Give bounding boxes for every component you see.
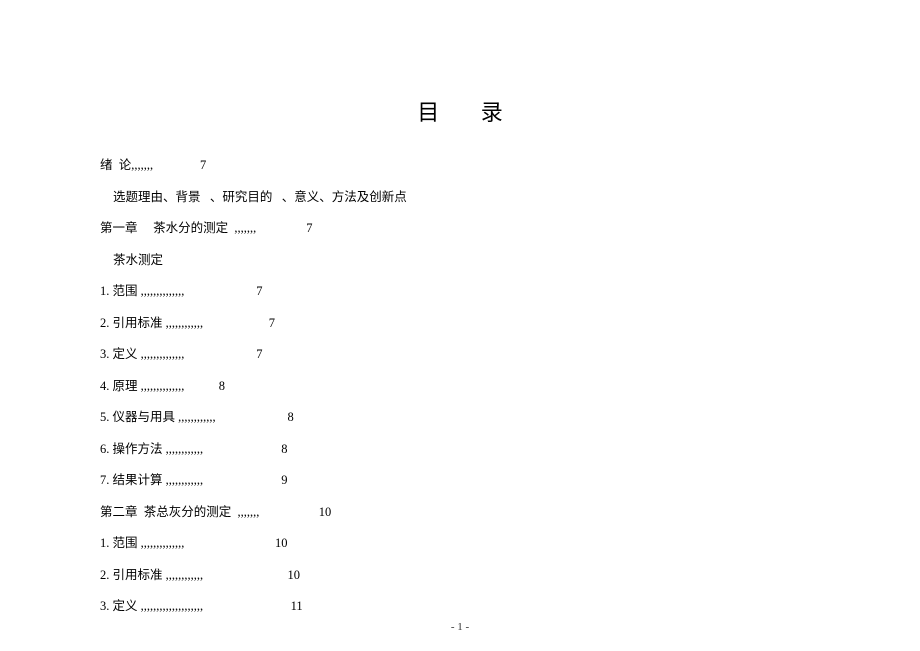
toc-section-instruments: 5. 仪器与用具 ,,,,,,,,,,,, 8 [100,409,820,427]
toc-section-scope-2: 1. 范围 ,,,,,,,,,,,,,, 10 [100,535,820,553]
toc-chapter-2-heading: 第二章 茶总灰分的测定 ,,,,,,, 10 [100,504,820,522]
toc-page: 8 [203,441,287,459]
toc-text: 3. 定义 ,,,,,,,,,,,,,, [100,346,184,364]
toc-section-definition: 3. 定义 ,,,,,,,,,,,,,, 7 [100,346,820,364]
toc-page: 7 [203,315,275,333]
toc-page: 7 [184,283,262,301]
toc-section-calculation: 7. 结果计算 ,,,,,,,,,,,, 9 [100,472,820,490]
toc-page: 11 [203,598,303,616]
toc-section-scope: 1. 范围 ,,,,,,,,,,,,,, 7 [100,283,820,301]
toc-text: 2. 引用标准 ,,,,,,,,,,,, [100,567,203,585]
toc-text: 4. 原理 ,,,,,,,,,,,,,, [100,378,184,396]
toc-text: 茶水测定 [113,252,163,270]
toc-page: 8 [216,409,294,427]
page-title: 目 录 [0,0,920,157]
toc-text: 5. 仪器与用具 ,,,,,,,,,,,, [100,409,216,427]
toc-page: 9 [203,472,287,490]
toc-page: 10 [203,567,300,585]
toc-chapter-1-subtitle: 茶水测定 [100,252,820,270]
toc-text: 7. 结果计算 ,,,,,,,,,,,, [100,472,203,490]
toc-section-operation: 6. 操作方法 ,,,,,,,,,,,, 8 [100,441,820,459]
toc-page: 7 [256,220,312,238]
toc-page: 7 [153,157,206,175]
toc-text: 选题理由、背景 、研究目的 、意义、方法及创新点 [113,189,407,207]
toc-text: 3. 定义 ,,,,,,,,,,,,,,,,,,,, [100,598,203,616]
toc-page: 10 [184,535,287,553]
toc-page: 8 [184,378,225,396]
toc-page: 7 [184,346,262,364]
toc-text: 6. 操作方法 ,,,,,,,,,,,, [100,441,203,459]
toc-text: 2. 引用标准 ,,,,,,,,,,,, [100,315,203,333]
toc-section-principle: 4. 原理 ,,,,,,,,,,,,,, 8 [100,378,820,396]
toc-section-references: 2. 引用标准 ,,,,,,,,,,,, 7 [100,315,820,333]
toc-text: 第一章 茶水分的测定 ,,,,,,, [100,220,256,238]
toc-section-definition-2: 3. 定义 ,,,,,,,,,,,,,,,,,,,, 11 [100,598,820,616]
toc-content: 绪 论,,,,,,, 7 选题理由、背景 、研究目的 、意义、方法及创新点 第一… [0,157,920,616]
page-footer: - 1 - [0,621,920,633]
toc-intro-subtitle: 选题理由、背景 、研究目的 、意义、方法及创新点 [100,189,820,207]
toc-text: 1. 范围 ,,,,,,,,,,,,,, [100,535,184,553]
toc-text: 绪 论,,,,,,, [100,157,153,175]
toc-intro-heading: 绪 论,,,,,,, 7 [100,157,820,175]
toc-text: 1. 范围 ,,,,,,,,,,,,,, [100,283,184,301]
toc-text: 第二章 茶总灰分的测定 ,,,,,,, [100,504,259,522]
toc-section-references-2: 2. 引用标准 ,,,,,,,,,,,, 10 [100,567,820,585]
toc-chapter-1-heading: 第一章 茶水分的测定 ,,,,,,, 7 [100,220,820,238]
toc-page: 10 [259,504,331,522]
